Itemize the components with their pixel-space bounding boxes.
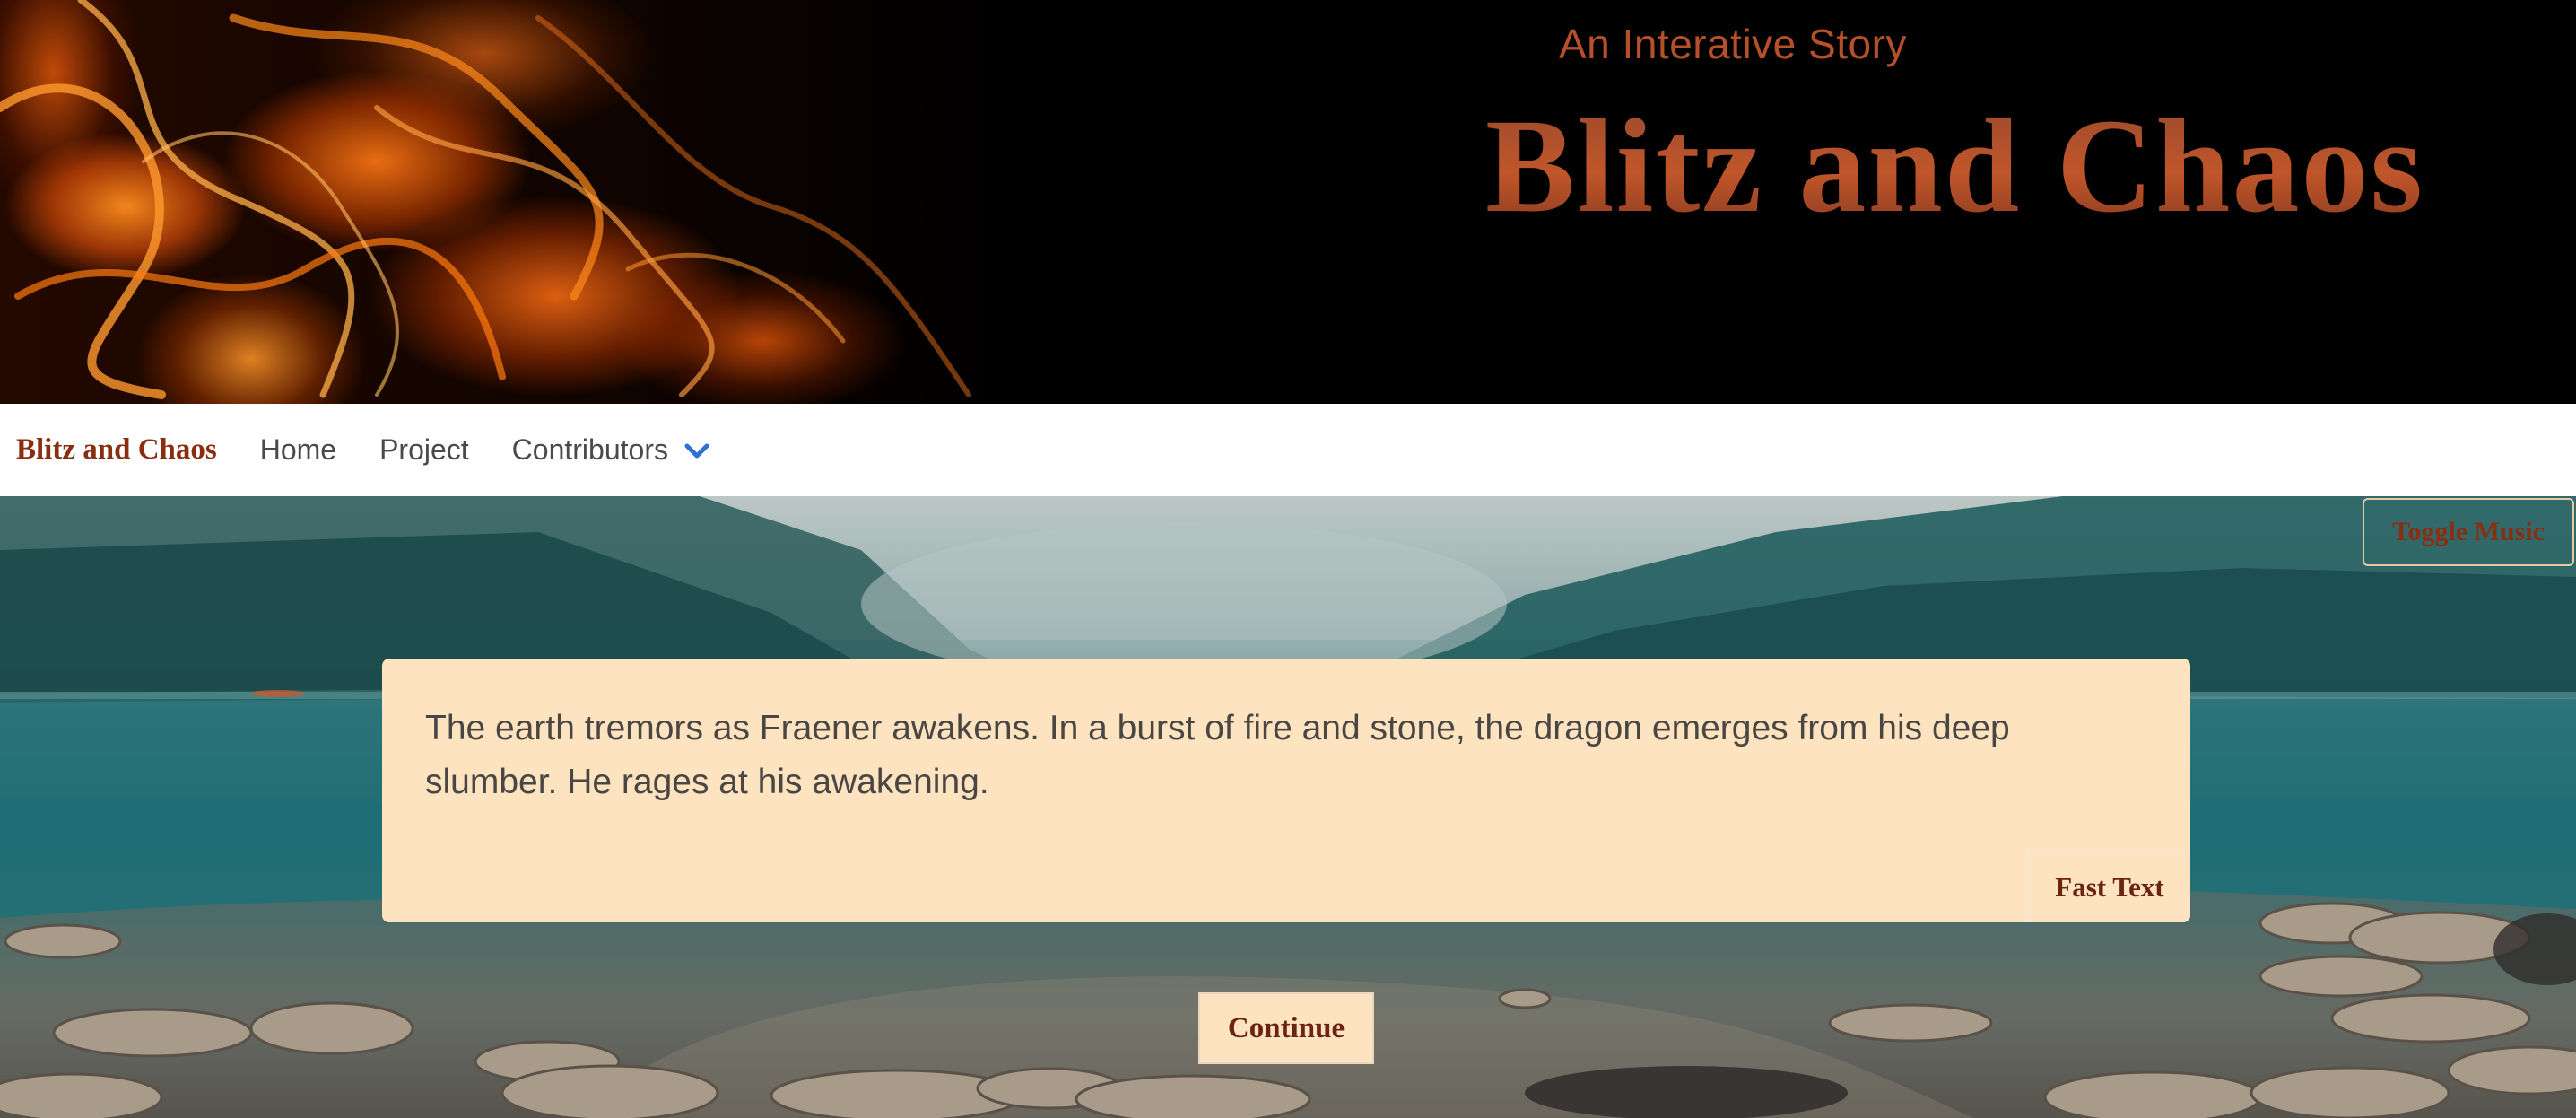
nav-link-home[interactable]: Home bbox=[260, 433, 336, 467]
nav-dropdown-contributors[interactable]: Contributors bbox=[512, 433, 709, 467]
navbar: Blitz and Chaos Home Project Contributor… bbox=[0, 404, 2576, 496]
nav-link-project[interactable]: Project bbox=[379, 433, 469, 467]
fire-image bbox=[0, 0, 1076, 404]
banner-subtitle: An Interative Story bbox=[1559, 21, 1907, 67]
chevron-down-icon bbox=[684, 433, 709, 467]
nav-brand[interactable]: Blitz and Chaos bbox=[16, 433, 217, 467]
story-text: The earth tremors as Fraener awakens. In… bbox=[425, 709, 2010, 801]
nav-link-contributors: Contributors bbox=[511, 433, 668, 466]
fast-text-button[interactable]: Fast Text bbox=[2027, 851, 2190, 922]
header-banner: An Interative Story Blitz and Chaos bbox=[0, 0, 2576, 404]
story-box: The earth tremors as Fraener awakens. In… bbox=[382, 659, 2190, 922]
banner-title: Blitz and Chaos bbox=[1485, 92, 2424, 240]
toggle-music-button[interactable]: Toggle Music bbox=[2363, 498, 2574, 566]
continue-button[interactable]: Continue bbox=[1198, 992, 1374, 1064]
